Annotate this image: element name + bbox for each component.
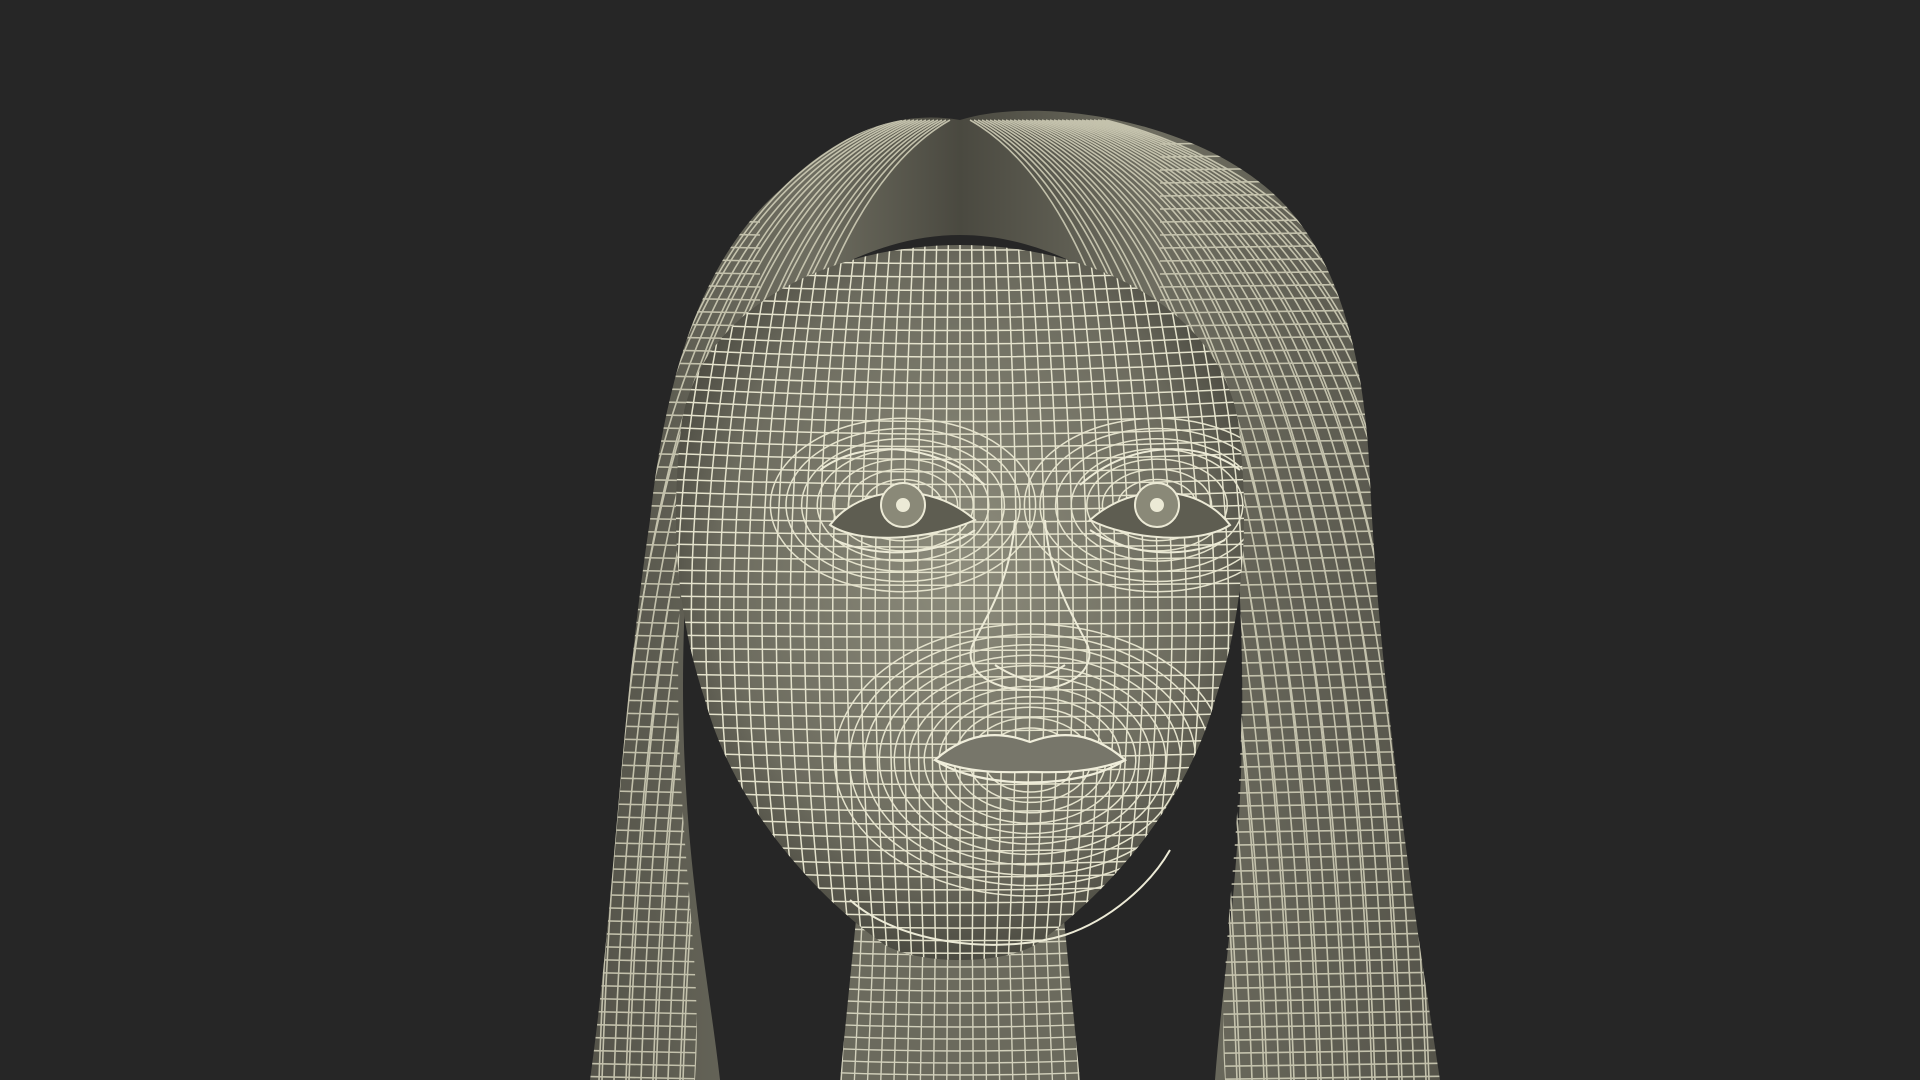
wireframe-render bbox=[590, 110, 1440, 1080]
3d-viewport bbox=[0, 0, 1920, 1080]
